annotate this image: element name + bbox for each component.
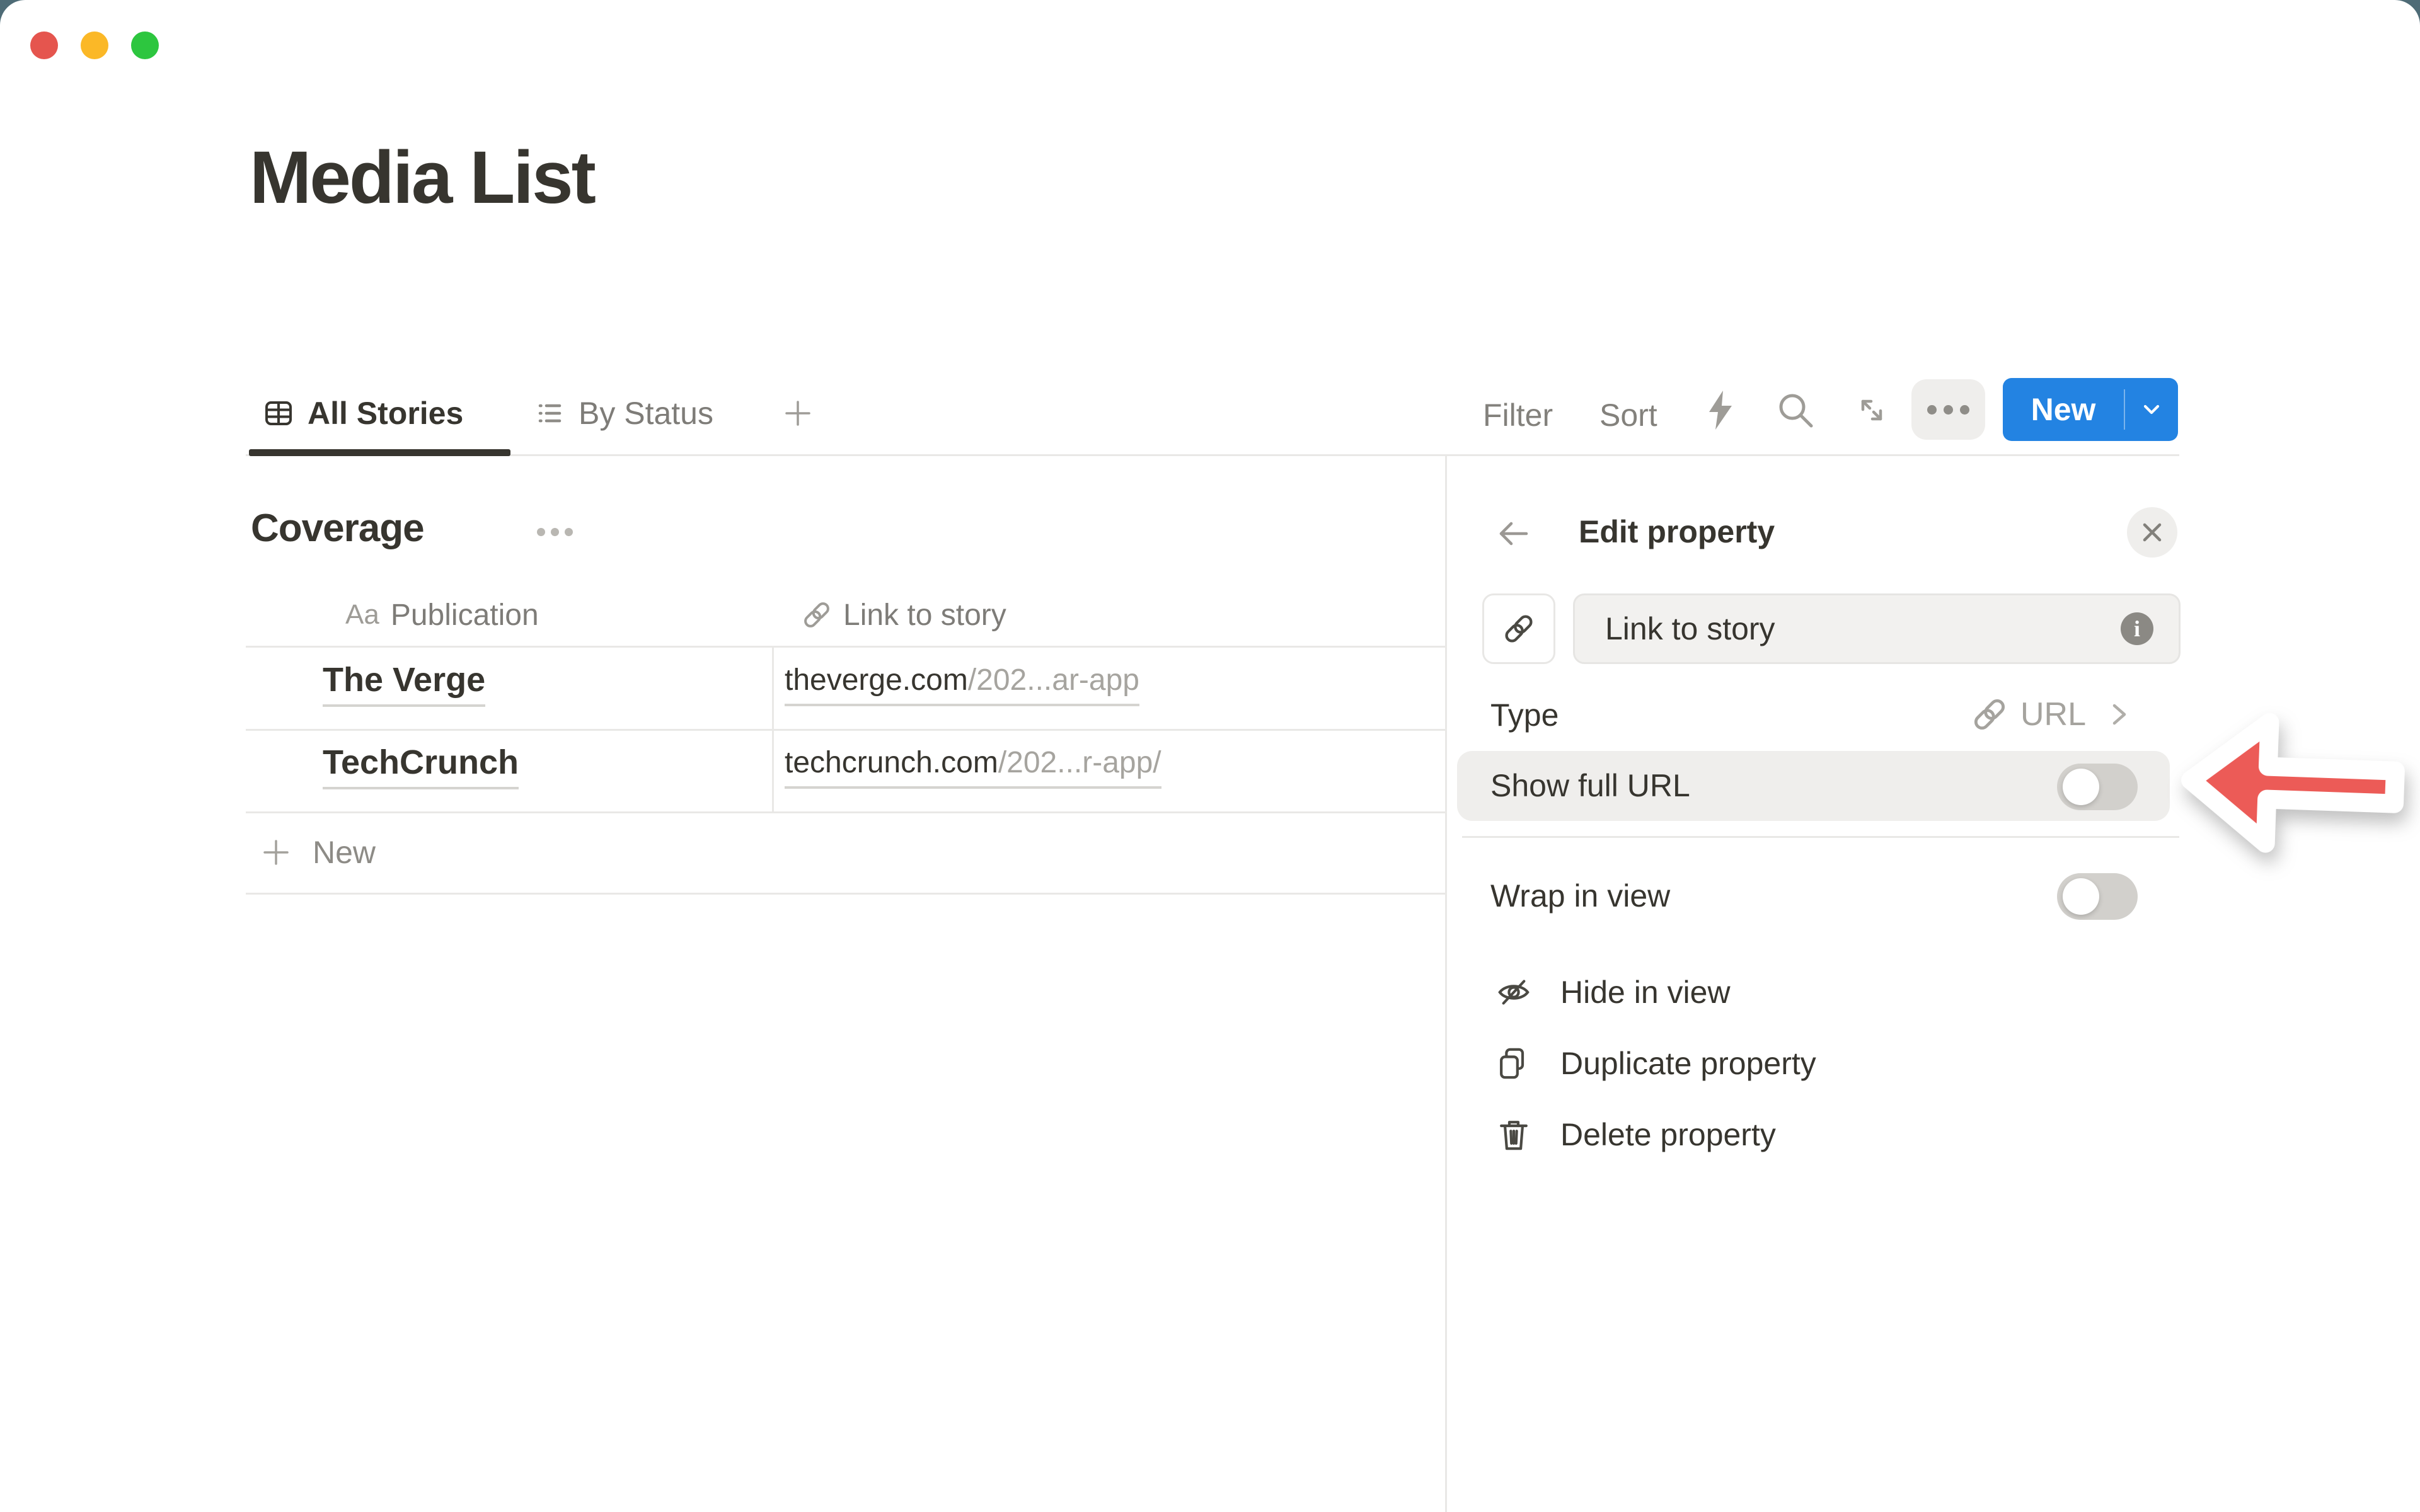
tab-label: All Stories: [308, 395, 463, 432]
automation-button[interactable]: [1705, 389, 1736, 431]
cell-link[interactable]: techcrunch.com/202...r-app/: [785, 745, 1161, 789]
column-label: Publication: [391, 598, 539, 633]
panel-title: Edit property: [1579, 513, 1775, 550]
more-icon: [1927, 405, 1937, 415]
toggle-knob: [2063, 878, 2099, 915]
wrap-in-view-label: Wrap in view: [1490, 878, 1670, 914]
expand-icon: [1855, 393, 1889, 427]
table-border: [246, 646, 1445, 648]
zoom-window-button[interactable]: [131, 32, 159, 59]
show-full-url-toggle[interactable]: [2057, 764, 2138, 810]
new-dropdown-button[interactable]: [2125, 378, 2178, 441]
toolbar-divider: [246, 454, 2179, 456]
database-title[interactable]: Coverage: [251, 506, 424, 551]
url-truncated: /202...r-app/: [998, 746, 1161, 779]
link-icon: [1971, 696, 2008, 733]
app-window: Media List All Stories By Status: [0, 0, 2420, 1512]
tab-all-stories[interactable]: All Stories: [263, 393, 463, 433]
tab-label: By Status: [579, 395, 713, 432]
new-row-label: New: [313, 834, 376, 871]
active-tab-underline: [249, 449, 510, 456]
database-menu-button[interactable]: [537, 528, 573, 536]
table-border: [246, 729, 1445, 731]
annotation-arrow-left: [2170, 696, 2415, 871]
cell-link[interactable]: theverge.com/202...ar-app: [785, 663, 1139, 706]
property-name-input[interactable]: [1575, 610, 2121, 647]
new-button-group: New: [2003, 378, 2178, 441]
toggle-knob: [2063, 769, 2099, 805]
duplicate-icon: [1496, 1046, 1531, 1081]
column-header-publication[interactable]: Aa Publication: [345, 596, 539, 634]
lightning-icon: [1705, 389, 1736, 431]
new-button[interactable]: New: [2003, 378, 2124, 441]
plus-icon: [261, 837, 291, 868]
trash-icon: [1496, 1117, 1531, 1152]
wrap-in-view-toggle[interactable]: [2057, 873, 2138, 920]
view-options-button[interactable]: [1911, 379, 1985, 440]
url-truncated: /202...ar-app: [968, 663, 1139, 697]
sort-button[interactable]: Sort: [1599, 397, 1657, 433]
type-row-label: Type: [1490, 697, 1559, 733]
column-divider: [772, 646, 774, 811]
menu-item-duplicate-property[interactable]: Duplicate property: [1496, 1041, 1816, 1086]
link-icon: [802, 600, 832, 630]
list-view-icon: [534, 398, 565, 428]
page-title[interactable]: Media List: [250, 135, 594, 220]
panel-back-button[interactable]: [1495, 518, 1531, 549]
panel-divider: [1445, 456, 1447, 1512]
new-row-button[interactable]: New: [246, 813, 1445, 891]
panel-separator: [1462, 836, 2179, 838]
tab-by-status[interactable]: By Status: [534, 393, 713, 433]
more-icon: [537, 528, 545, 536]
column-header-link-to-story[interactable]: Link to story: [802, 596, 1006, 634]
eye-off-icon: [1496, 975, 1531, 1010]
type-value: URL: [2020, 696, 2086, 733]
chevron-right-icon: [2107, 699, 2131, 730]
menu-item-delete-property[interactable]: Delete property: [1496, 1112, 1776, 1157]
menu-item-hide-in-view[interactable]: Hide in view: [1496, 970, 1731, 1015]
plus-icon: [781, 397, 814, 430]
add-view-button[interactable]: [781, 397, 814, 430]
property-name-field-wrap: i: [1573, 593, 2181, 664]
close-window-button[interactable]: [30, 32, 58, 59]
arrow-left-icon: [1495, 518, 1531, 549]
column-label: Link to story: [843, 598, 1006, 633]
table-view-icon: [263, 398, 294, 428]
panel-close-button[interactable]: [2127, 507, 2177, 558]
search-icon: [1776, 391, 1815, 430]
close-icon: [2141, 521, 2164, 544]
minimize-window-button[interactable]: [81, 32, 108, 59]
show-full-url-label: Show full URL: [1490, 767, 1690, 804]
expand-button[interactable]: [1855, 393, 1889, 427]
info-icon[interactable]: i: [2121, 612, 2153, 645]
cell-publication[interactable]: The Verge: [323, 660, 485, 707]
text-property-icon: Aa: [345, 599, 379, 631]
type-value-button[interactable]: URL: [1971, 696, 2131, 733]
filter-button[interactable]: Filter: [1483, 397, 1553, 433]
cell-publication[interactable]: TechCrunch: [323, 743, 519, 789]
table-border: [246, 893, 1445, 895]
link-icon: [1502, 612, 1535, 645]
search-button[interactable]: [1776, 391, 1815, 430]
chevron-down-icon: [2139, 397, 2164, 422]
property-icon-button[interactable]: [1482, 593, 1555, 664]
